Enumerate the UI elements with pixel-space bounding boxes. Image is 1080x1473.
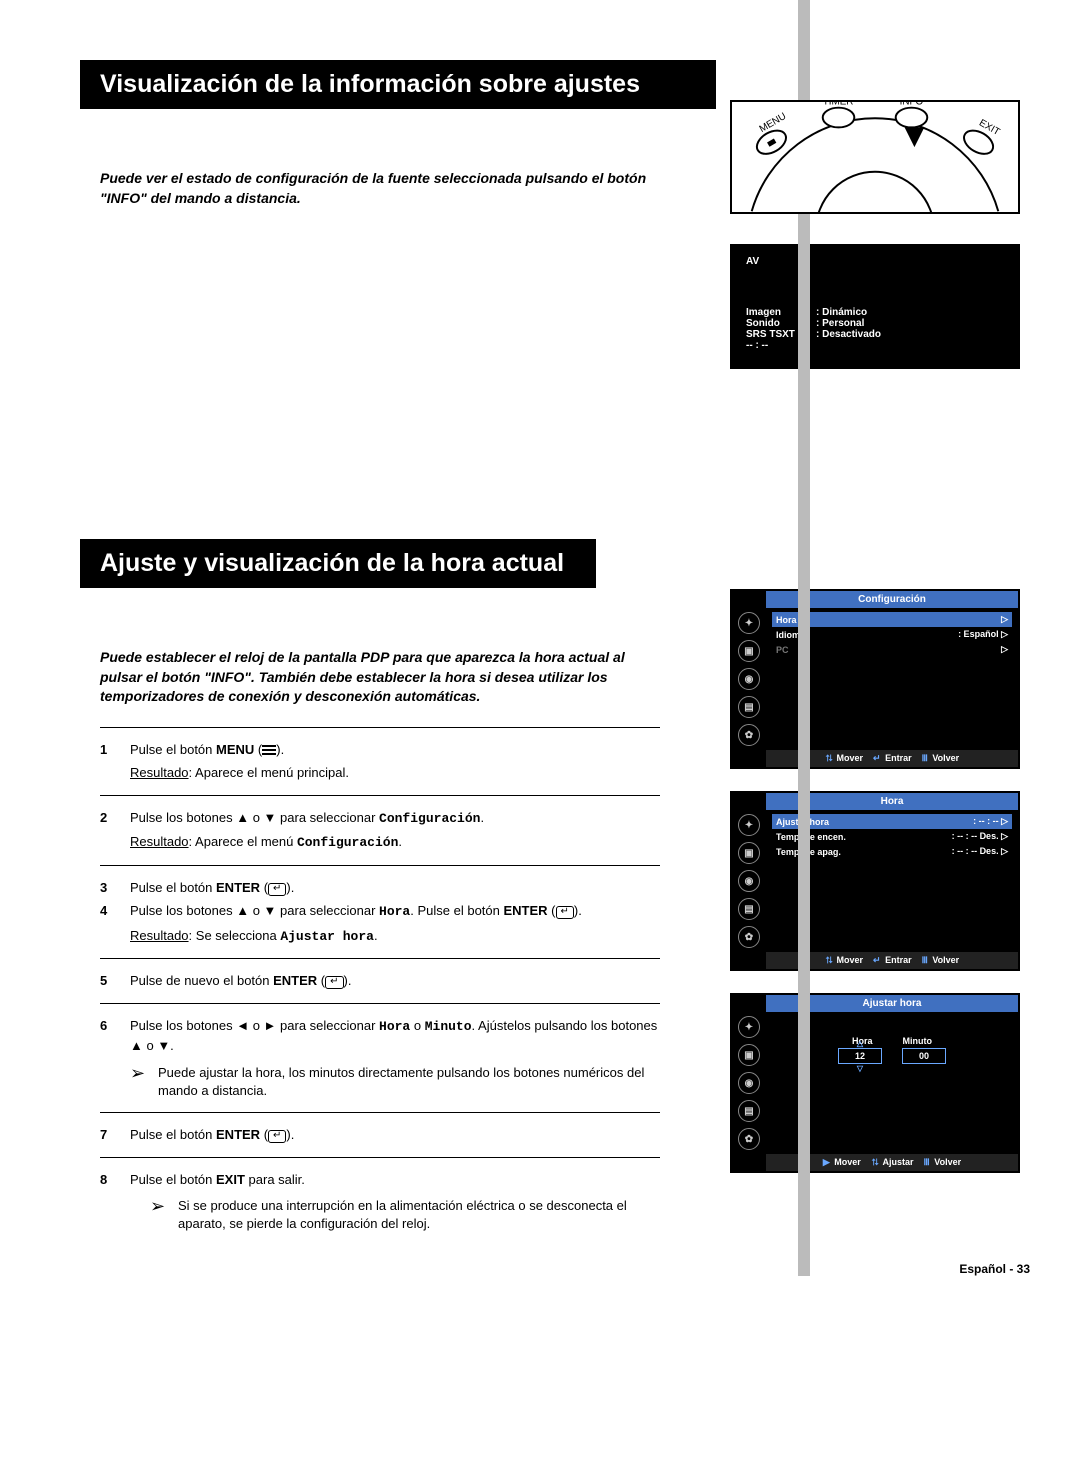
info-row: SRS TSXTDesactivado [746,329,1004,340]
osd-foot-item: ⮁ Ajustar [871,1157,914,1168]
osd-foot-item: ⮁ Mover [825,753,863,764]
picture-icon: ✦ [738,612,760,634]
minute-value: 00 [902,1048,946,1064]
menu-icon [262,745,276,755]
step-number: 6 [100,1016,130,1056]
step-body: Pulse el botón MENU ().Resultado: Aparec… [130,740,660,783]
step-body: Pulse el botón ENTER (↵). [130,1125,660,1145]
divider [100,795,660,796]
info-row: ImagenDinámico [746,307,1004,318]
minute-label: Minuto [903,1036,933,1046]
step-4: 4Pulse los botones ▲ o ▼ para selecciona… [100,901,660,946]
sound-icon: ▣ [738,842,760,864]
up-arrow-icon: △ [857,1039,863,1048]
note-arrow-icon: ➢ [150,1197,178,1233]
divider [100,727,660,728]
step-1: 1Pulse el botón MENU ().Resultado: Apare… [100,740,660,783]
step-body: Pulse los botones ▲ o ▼ para seleccionar… [130,901,660,946]
picture-icon: ✦ [738,1016,760,1038]
channel-icon: ◉ [738,1072,760,1094]
osd-foot-item: ▶ Mover [823,1157,861,1168]
step-number: 2 [100,808,130,853]
step-number: 5 [100,971,130,991]
info-time: -- : -- [746,340,1004,351]
remote-illustration: MENU TIMER INFO EXIT [730,100,1020,214]
divider [100,958,660,959]
osd-configuracion: Configuración ✦ ▣ ◉ ▤ ✿ Hora▷Idioma: Esp… [730,589,1020,769]
info-display: AV ImagenDinámicoSonidoPersonalSRS TSXTD… [730,244,1020,369]
step-body: Pulse los botones ▲ o ▼ para seleccionar… [130,808,660,853]
note-1: Puede ajustar la hora, los minutos direc… [158,1064,660,1100]
step-number: 8 [100,1170,130,1190]
divider [100,865,660,866]
channel-icon: ◉ [738,668,760,690]
enter-icon: ↵ [325,976,343,989]
osd-ajustar-hora: Ajustar hora ✦ ▣ ◉ ▤ ✿ Hora Minuto [730,993,1020,1173]
step-number: 7 [100,1125,130,1145]
step-number: 1 [100,740,130,783]
step-body: Pulse el botón ENTER (↵). [130,878,660,898]
sound-icon: ▣ [738,1044,760,1066]
remote-svg: MENU TIMER INFO EXIT [752,102,1002,212]
remote-timer-label: TIMER [823,102,854,108]
enter-icon: ↵ [268,1130,286,1143]
heading-2: Ajuste y visualización de la hora actual [80,539,596,588]
osd-foot-item: Ⅲ Volver [924,1157,962,1168]
osd-hora: Hora ✦ ▣ ◉ ▤ ✿ Ajustar hora: -- : -- ▷Te… [730,791,1020,971]
step-body: Pulse el botón EXIT para salir. [130,1170,660,1190]
step-number: 4 [100,901,130,946]
channel-icon: ◉ [738,870,760,892]
input-icon: ✿ [738,926,760,948]
input-icon: ✿ [738,1128,760,1150]
sound-icon: ▣ [738,640,760,662]
note-2: Si se produce una interrupción en la ali… [178,1197,660,1233]
osd-foot-item: ⮁ Mover [825,955,863,966]
step-2: 2Pulse los botones ▲ o ▼ para selecciona… [100,808,660,853]
setup-icon: ▤ [738,898,760,920]
intro-2: Puede establecer el reloj de la pantalla… [100,648,660,707]
step-5: 5Pulse de nuevo el botón ENTER (↵). [100,971,660,991]
intro-1: Puede ver el estado de configuración de … [100,169,660,208]
heading-1: Visualización de la información sobre aj… [80,60,716,109]
step-3: 3Pulse el botón ENTER (↵). [100,878,660,898]
osd-foot-item: ↵ Entrar [873,955,912,966]
step-body: Pulse los botones ◄ o ► para seleccionar… [130,1016,660,1056]
osd-foot-item: Ⅲ Volver [922,955,960,966]
down-arrow-icon: ▽ [857,1064,863,1073]
osd-foot-item: Ⅲ Volver [922,753,960,764]
divider [100,1112,660,1113]
info-source: AV [746,256,1004,267]
setup-icon: ▤ [738,696,760,718]
step-body: Pulse de nuevo el botón ENTER (↵). [130,971,660,991]
setup-icon: ▤ [738,1100,760,1122]
step-number: 3 [100,878,130,898]
divider [100,1003,660,1004]
remote-info-label: INFO [900,102,924,108]
osd-sidebar-icons: ✦ ▣ ◉ ▤ ✿ [732,810,766,952]
page-footer: Español - 33 [100,1262,1030,1276]
divider [100,1157,660,1158]
step-7: 7Pulse el botón ENTER (↵). [100,1125,660,1145]
enter-icon: ↵ [268,883,286,896]
osd-foot-item: ↵ Entrar [873,753,912,764]
step-8: 8Pulse el botón EXIT para salir. [100,1170,660,1190]
osd-sidebar-icons: ✦ ▣ ◉ ▤ ✿ [732,1012,766,1154]
step-6: 6Pulse los botones ◄ o ► para selecciona… [100,1016,660,1056]
enter-icon: ↵ [556,906,574,919]
input-icon: ✿ [738,724,760,746]
picture-icon: ✦ [738,814,760,836]
note-arrow-icon: ➢ [130,1064,158,1100]
hour-value: △ 12 ▽ [838,1048,882,1064]
osd-sidebar-icons: ✦ ▣ ◉ ▤ ✿ [732,608,766,750]
info-row: SonidoPersonal [746,318,1004,329]
